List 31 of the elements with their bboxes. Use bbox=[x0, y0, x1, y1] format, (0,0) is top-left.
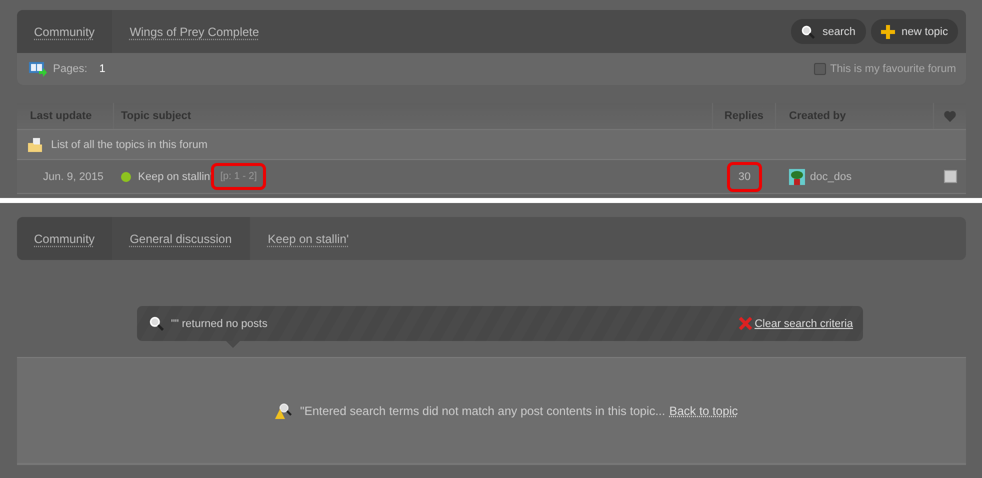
page-link[interactable]: 1 bbox=[99, 63, 106, 75]
favourite-checkbox[interactable]: This is my favourite forum bbox=[814, 63, 956, 75]
breadcrumb-link[interactable]: Community bbox=[17, 217, 112, 260]
author-link[interactable]: doc_dos bbox=[810, 170, 852, 182]
plus-icon bbox=[880, 24, 895, 38]
close-icon bbox=[738, 317, 752, 330]
book-icon bbox=[29, 61, 47, 77]
breadcrumb-link[interactable]: General discussion bbox=[112, 217, 250, 260]
search-icon bbox=[149, 316, 164, 331]
no-match-message: "Entered search terms did not match any post contents in this topic... bbox=[300, 404, 666, 418]
breadcrumb-link[interactable]: Community bbox=[17, 10, 112, 53]
topic-link[interactable]: Keep on stallin' bbox=[138, 170, 212, 182]
last-update-cell-text: Jun. 9, 2015 bbox=[42, 170, 105, 182]
folder-icon bbox=[28, 138, 42, 152]
heart-icon bbox=[944, 110, 956, 122]
search-button[interactable]: search bbox=[791, 19, 866, 44]
favourite-checkbox[interactable] bbox=[944, 170, 956, 183]
callout-pointer bbox=[226, 341, 240, 348]
status-dot-icon bbox=[121, 172, 131, 182]
breadcrumb-link[interactable]: Keep on stallin' bbox=[250, 217, 367, 260]
clear-search-link[interactable]: Clear search criteria bbox=[754, 318, 853, 330]
back-to-topic-link[interactable]: Back to topic bbox=[669, 404, 738, 418]
group-label: List of all the topics in this forum bbox=[51, 138, 208, 150]
avatar-icon bbox=[789, 168, 805, 184]
search-icon bbox=[801, 24, 816, 38]
pages-label: Pages: bbox=[53, 63, 88, 75]
warning-search-icon bbox=[275, 402, 292, 418]
search-result-text: "" returned no posts bbox=[171, 318, 268, 330]
replies-cell: 30 bbox=[727, 162, 762, 192]
new-topic-button[interactable]: new topic bbox=[870, 19, 958, 44]
breadcrumb-link[interactable]: Wings of Prey Complete bbox=[112, 10, 278, 53]
